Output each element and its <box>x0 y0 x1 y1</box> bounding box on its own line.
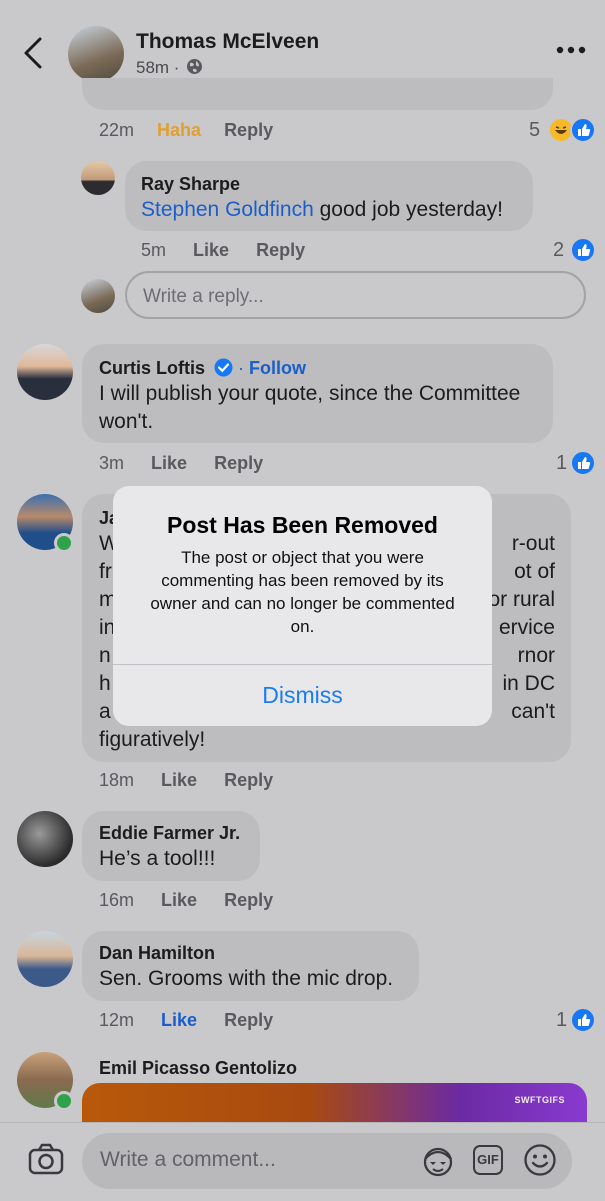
commenter-name[interactable]: Eddie Farmer Jr. <box>99 823 240 844</box>
comment-text-fragment: a <box>99 700 111 723</box>
comment-actions: 16m Like Reply <box>99 890 273 911</box>
comment-time: 5m <box>141 240 167 260</box>
comment-text-fragment: fr <box>99 560 112 583</box>
like-icon <box>570 117 596 143</box>
like-button[interactable]: Like <box>161 770 197 790</box>
reply-button[interactable]: Reply <box>224 770 273 790</box>
mention-link[interactable]: Stephen Goldfinch <box>141 198 314 221</box>
like-icon <box>570 1007 596 1033</box>
commenter-name-row: Curtis Loftis · Follow <box>99 358 307 378</box>
comment-text: Sen. Grooms with the mic drop. <box>99 967 394 990</box>
reaction-count[interactable]: 1 <box>556 1009 567 1032</box>
reply-placeholder: Write a reply... <box>143 286 264 307</box>
comment-actions: 5m Like Reply <box>141 240 305 261</box>
commenter-avatar[interactable] <box>17 811 73 867</box>
comment-actions: 22m Haha Reply <box>99 120 273 141</box>
dialog-message: The post or object that you were comment… <box>150 548 455 636</box>
like-icon <box>570 450 596 476</box>
commenter-avatar[interactable] <box>17 931 73 987</box>
commenter-name[interactable]: Curtis Loftis <box>99 358 205 378</box>
reaction-count[interactable]: 5 <box>529 119 540 142</box>
comment-text-line: figuratively! <box>99 728 206 751</box>
commenter-name[interactable]: Ray Sharpe <box>141 174 240 195</box>
haha-reaction-button[interactable]: Haha <box>157 120 201 140</box>
camera-icon[interactable] <box>28 1142 64 1176</box>
comment-time: 12m <box>99 1010 135 1030</box>
more-icon[interactable] <box>555 43 587 57</box>
comment-time: 18m <box>99 770 135 790</box>
commenter-avatar[interactable] <box>17 344 73 400</box>
online-indicator <box>54 533 74 553</box>
comment-text-fragment: rnor <box>517 644 555 667</box>
globe-icon <box>187 59 203 74</box>
commenter-avatar[interactable] <box>81 161 115 195</box>
like-icon <box>570 237 596 263</box>
comment-text: Stephen Goldfinch good job yesterday! <box>141 198 503 221</box>
comment-text-fragment: or rural <box>488 588 555 611</box>
author-avatar[interactable] <box>68 26 124 82</box>
comment-actions: 12m Like Reply <box>99 1010 273 1031</box>
post-time: 58m · <box>136 58 180 77</box>
comment-bubble <box>82 78 553 110</box>
avatar-sticker-icon[interactable] <box>420 1145 456 1177</box>
comment-text-fragment: in DC <box>502 672 555 695</box>
reply-input[interactable]: Write a reply... <box>125 271 586 319</box>
reply-button[interactable]: Reply <box>224 1010 273 1030</box>
comment-text-fragment: r-out <box>511 532 555 555</box>
comment-placeholder: Write a comment... <box>100 1148 276 1171</box>
dismiss-button[interactable]: Dismiss <box>113 665 492 726</box>
reply-button[interactable]: Reply <box>256 240 305 260</box>
comment-text-line: I will publish your quote, since the Com… <box>99 382 521 405</box>
chevron-left-icon[interactable] <box>20 36 48 70</box>
like-button[interactable]: Like <box>161 890 197 910</box>
online-indicator <box>54 1091 74 1111</box>
commenter-name[interactable]: Dan Hamilton <box>99 943 215 964</box>
comment-text-fragment: can't <box>511 700 555 723</box>
gif-icon[interactable]: GIF <box>473 1145 503 1175</box>
comment-time: 3m <box>99 453 125 473</box>
commenter-name[interactable]: Emil Picasso Gentolizo <box>99 1058 297 1079</box>
comment-actions: 3m Like Reply <box>99 453 263 474</box>
comment-time: 16m <box>99 890 135 910</box>
dialog-title: Post Has Been Removed <box>167 512 438 538</box>
comment-text-fragment: h <box>99 672 111 695</box>
reaction-count[interactable]: 2 <box>553 239 564 262</box>
post-meta: 58m · <box>136 58 203 78</box>
author-name[interactable]: Thomas McElveen <box>136 30 319 54</box>
follow-button[interactable]: Follow <box>249 358 306 378</box>
comment-time: 22m <box>99 120 135 140</box>
post-removed-dialog: Post Has Been Removed The post or object… <box>113 486 492 726</box>
gif-icon-label: GIF <box>477 1152 499 1167</box>
like-button[interactable]: Like <box>161 1010 197 1030</box>
comment-text: He’s a tool!!! <box>99 847 216 870</box>
gif-source-tag: SWFTGIFS <box>514 1095 565 1105</box>
comment-actions: 18m Like Reply <box>99 770 273 791</box>
emoji-icon[interactable] <box>523 1143 557 1177</box>
my-avatar <box>81 279 115 313</box>
comment-text-fragment: ot of <box>514 560 555 583</box>
like-button[interactable]: Like <box>193 240 229 260</box>
like-button[interactable]: Like <box>151 453 187 473</box>
comment-text-line: won't. <box>99 410 154 433</box>
comment-text-fragment: ervice <box>498 616 555 639</box>
reply-button[interactable]: Reply <box>224 890 273 910</box>
reply-button[interactable]: Reply <box>224 120 273 140</box>
gif-attachment[interactable]: SWFTGIFS <box>82 1083 587 1123</box>
reply-button[interactable]: Reply <box>214 453 263 473</box>
verified-icon <box>214 358 233 377</box>
comment-text-fragment: n <box>99 644 111 667</box>
reaction-count[interactable]: 1 <box>556 452 567 475</box>
